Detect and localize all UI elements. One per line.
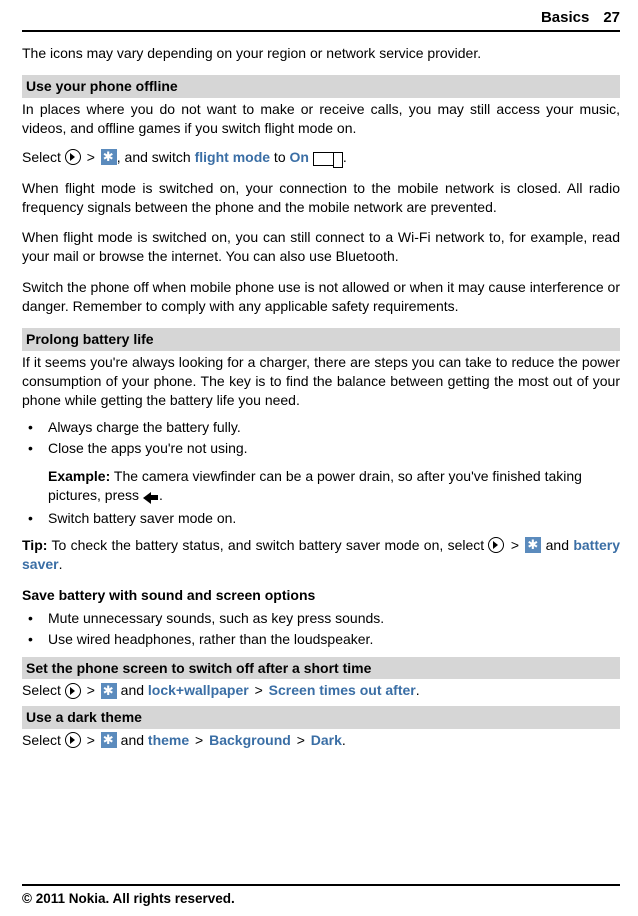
section-heading-screen: Set the phone screen to switch off after…: [22, 657, 620, 680]
sound-bullets: Mute unnecessary sounds, such as key pre…: [22, 609, 620, 649]
period: .: [342, 732, 346, 748]
on-label: On: [290, 149, 309, 165]
gt: >: [509, 537, 521, 553]
page-footer: © 2011 Nokia. All rights reserved.: [22, 884, 620, 908]
section-heading-theme: Use a dark theme: [22, 706, 620, 729]
header-page-number: 27: [603, 8, 620, 28]
theme-label: theme: [148, 732, 189, 748]
intro-paragraph: The icons may vary depending on your reg…: [22, 44, 620, 63]
screen-select-line: Select > and lock+wallpaper > Screen tim…: [22, 681, 620, 700]
gt: >: [295, 732, 307, 748]
theme-select-line: Select > and theme > Background > Dark.: [22, 731, 620, 750]
offline-p4: Switch the phone off when mobile phone u…: [22, 278, 620, 316]
section-heading-offline: Use your phone offline: [22, 75, 620, 98]
arrow-icon: [488, 537, 504, 553]
section-heading-battery: Prolong battery life: [22, 328, 620, 351]
gear-icon: [525, 537, 541, 553]
dark-label: Dark: [311, 732, 342, 748]
subheading-sound: Save battery with sound and screen optio…: [22, 586, 620, 605]
gt: >: [85, 732, 97, 748]
list-item: Use wired headphones, rather than the lo…: [22, 630, 620, 649]
select-word: Select: [22, 149, 61, 165]
arrow-icon: [65, 732, 81, 748]
offline-p3: When flight mode is switched on, you can…: [22, 228, 620, 266]
and-word: and: [117, 732, 148, 748]
background-label: Background: [209, 732, 291, 748]
list-item: Close the apps you're not using.: [22, 439, 620, 458]
header-chapter: Basics: [541, 8, 589, 28]
switch-text: , and switch: [117, 149, 195, 165]
tip-text: To check the battery status, and switch …: [47, 537, 488, 553]
back-arrow-icon: [143, 492, 159, 504]
gt: >: [85, 682, 97, 698]
period: .: [416, 682, 420, 698]
gt: >: [85, 149, 97, 165]
list-item: Mute unnecessary sounds, such as key pre…: [22, 609, 620, 628]
gt: >: [193, 732, 205, 748]
tip-label: Tip:: [22, 537, 47, 553]
period: .: [159, 487, 163, 503]
page-header: Basics 27: [22, 8, 620, 32]
lock-wallpaper-label: lock+wallpaper: [148, 682, 249, 698]
example-block: Example: The camera viewfinder can be a …: [22, 467, 620, 505]
battery-p1: If it seems you're always looking for a …: [22, 353, 620, 410]
arrow-icon: [65, 149, 81, 165]
to-word: to: [270, 149, 289, 165]
offline-select-line: Select > , and switch flight mode to On …: [22, 148, 620, 167]
gt: >: [253, 682, 265, 698]
battery-bullets-1: Always charge the battery fully. Close t…: [22, 418, 620, 458]
offline-p2: When flight mode is switched on, your co…: [22, 179, 620, 217]
list-item: Switch battery saver mode on.: [22, 509, 620, 528]
offline-p1: In places where you do not want to make …: [22, 100, 620, 138]
example-label: Example:: [48, 468, 110, 484]
battery-bullets-2: Switch battery saver mode on.: [22, 509, 620, 528]
period: .: [59, 556, 63, 572]
toggle-icon: [313, 152, 343, 166]
gear-icon: [101, 683, 117, 699]
tip-and: and: [541, 537, 573, 553]
flight-mode-label: flight mode: [195, 149, 270, 165]
screen-times-label: Screen times out after: [269, 682, 416, 698]
gear-icon: [101, 732, 117, 748]
list-item: Always charge the battery fully.: [22, 418, 620, 437]
and-word: and: [117, 682, 148, 698]
example-text: The camera viewfinder can be a power dra…: [48, 468, 582, 503]
tip-paragraph: Tip: To check the battery status, and sw…: [22, 536, 620, 574]
gear-icon: [101, 149, 117, 165]
period: .: [343, 149, 347, 165]
arrow-icon: [65, 683, 81, 699]
select-word: Select: [22, 682, 65, 698]
select-word: Select: [22, 732, 65, 748]
